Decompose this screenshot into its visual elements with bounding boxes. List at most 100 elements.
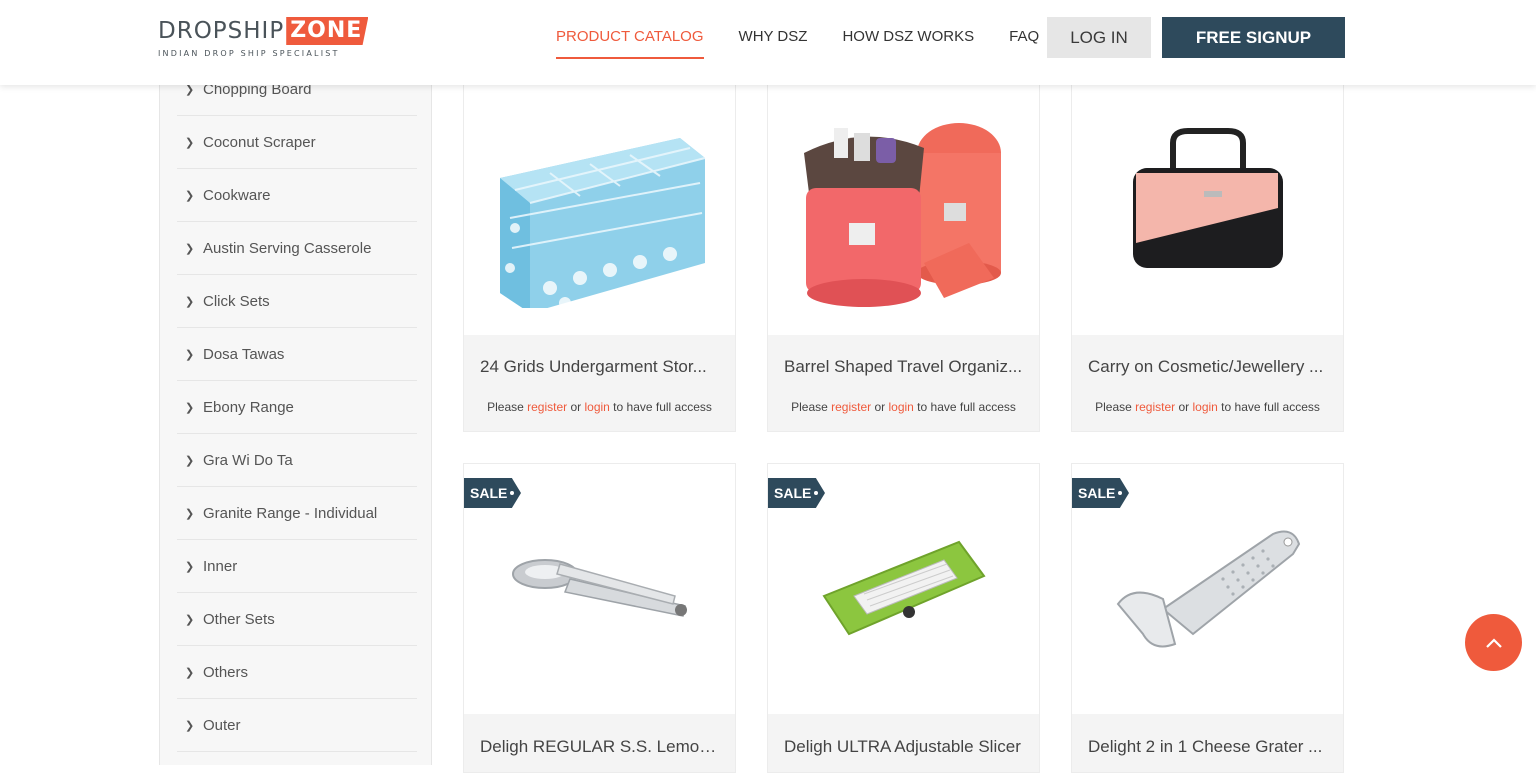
- nav-why-dsz[interactable]: WHY DSZ: [739, 17, 808, 59]
- chevron-right-icon: ❯: [185, 401, 195, 414]
- access-notice: Please register or login to have full ac…: [768, 400, 1039, 414]
- scroll-to-top-button[interactable]: [1465, 614, 1522, 671]
- chevron-right-icon: ❯: [185, 719, 195, 732]
- access-notice: Please register or login to have full ac…: [1072, 400, 1343, 414]
- register-link[interactable]: register: [1135, 400, 1175, 414]
- product-title[interactable]: 24 Grids Undergarment Stor...: [480, 357, 723, 377]
- product-card[interactable]: SALE Delight 2 in 1 Cheese Grater ...: [1071, 463, 1344, 773]
- category-item-click-sets[interactable]: ❯ Click Sets: [177, 275, 417, 328]
- chevron-right-icon: ❯: [185, 189, 195, 202]
- logo-wordmark: DROPSHIP ZONE: [158, 16, 369, 46]
- nav-product-catalog[interactable]: PRODUCT CATALOG: [556, 17, 704, 59]
- sale-badge: SALE: [1072, 478, 1129, 508]
- cosmetic-bag-image: [1132, 128, 1283, 268]
- login-link[interactable]: login: [888, 400, 913, 414]
- category-item-ebony-range[interactable]: ❯ Ebony Range: [177, 381, 417, 434]
- access-text: or: [1175, 400, 1193, 414]
- product-card[interactable]: SALE Deligh REGULAR S.S. Lemon ...: [463, 463, 736, 773]
- category-label: Click Sets: [203, 292, 270, 310]
- access-text: or: [871, 400, 889, 414]
- access-text: to have full access: [609, 400, 712, 414]
- category-label: Dosa Tawas: [203, 345, 285, 363]
- category-item-dosa-tawas[interactable]: ❯ Dosa Tawas: [177, 328, 417, 381]
- login-link[interactable]: login: [1192, 400, 1217, 414]
- register-link[interactable]: register: [527, 400, 567, 414]
- category-label: Inner: [203, 557, 238, 575]
- chevron-right-icon: ❯: [185, 242, 195, 255]
- category-item-other-sets[interactable]: ❯ Other Sets: [177, 593, 417, 646]
- main-nav: PRODUCT CATALOG WHY DSZ HOW DSZ WORKS FA…: [540, 17, 1074, 59]
- product-card[interactable]: Barrel Shaped Travel Organiz... Please r…: [767, 70, 1040, 432]
- category-label: Others: [203, 663, 249, 681]
- barrel-travel-organizer-image: [803, 123, 1001, 307]
- category-label: Granite Range - Individual: [203, 504, 378, 522]
- cheese-grater-image: [1116, 530, 1300, 648]
- category-item-austin-serving-casserole[interactable]: ❯ Austin Serving Casserole: [177, 222, 417, 275]
- category-item-outer[interactable]: ❯ Outer: [177, 699, 417, 752]
- category-list: ❯ Chopping Board ❯ Coconut Scraper ❯ Cookwa…: [177, 63, 417, 752]
- product-card[interactable]: Carry on Cosmetic/Jewellery ... Please r…: [1071, 70, 1344, 432]
- category-label: Other Sets: [203, 610, 275, 628]
- product-info: Deligh REGULAR S.S. Lemon ...: [464, 714, 735, 772]
- product-title[interactable]: Deligh REGULAR S.S. Lemon ...: [480, 737, 723, 757]
- category-item-gra-wi-do-ta[interactable]: ❯ Gra Wi Do Ta: [177, 434, 417, 487]
- chevron-right-icon: ❯: [185, 136, 195, 149]
- product-card[interactable]: 24 Grids Undergarment Stor... Please reg…: [463, 70, 736, 432]
- logo-tagline: INDIAN DROP SHIP SPECIALIST: [158, 49, 340, 58]
- category-item-granite-range-individual[interactable]: ❯ Granite Range - Individual: [177, 487, 417, 540]
- category-item-inner[interactable]: ❯ Inner: [177, 540, 417, 593]
- product-info: 24 Grids Undergarment Stor... Please reg…: [464, 335, 735, 431]
- access-text: Please: [1095, 400, 1136, 414]
- category-label: Outer: [203, 716, 241, 734]
- access-text: or: [567, 400, 585, 414]
- product-image[interactable]: [768, 71, 1039, 335]
- category-label: Ebony Range: [203, 398, 294, 416]
- login-link[interactable]: login: [584, 400, 609, 414]
- adjustable-slicer-image: [821, 540, 986, 636]
- category-label: Austin Serving Casserole: [203, 239, 372, 257]
- product-title[interactable]: Deligh ULTRA Adjustable Slicer: [784, 737, 1027, 757]
- product-title[interactable]: Delight 2 in 1 Cheese Grater ...: [1088, 737, 1331, 757]
- product-info: Deligh ULTRA Adjustable Slicer: [768, 714, 1039, 772]
- chevron-right-icon: ❯: [185, 454, 195, 467]
- product-title[interactable]: Carry on Cosmetic/Jewellery ...: [1088, 357, 1331, 377]
- product-title[interactable]: Barrel Shaped Travel Organiz...: [784, 357, 1027, 377]
- chevron-up-icon: [1485, 637, 1502, 648]
- product-info: Delight 2 in 1 Cheese Grater ...: [1072, 714, 1343, 772]
- sale-badge: SALE: [464, 478, 521, 508]
- access-text: Please: [487, 400, 528, 414]
- register-link[interactable]: register: [831, 400, 871, 414]
- access-text: Please: [791, 400, 832, 414]
- category-item-others[interactable]: ❯ Others: [177, 646, 417, 699]
- chevron-right-icon: ❯: [185, 666, 195, 679]
- category-label: Coconut Scraper: [203, 133, 316, 151]
- lemon-squeezer-image: [511, 559, 687, 617]
- logo-text-dropship: DROPSHIP: [158, 18, 285, 44]
- access-notice: Please register or login to have full ac…: [464, 400, 735, 414]
- undergarment-organizer-image: [499, 138, 705, 308]
- category-label: Cookware: [203, 186, 271, 204]
- logo-text-zone: ZONE: [286, 17, 369, 45]
- site-header: DROPSHIP ZONE INDIAN DROP SHIP SPECIALIS…: [0, 0, 1536, 85]
- product-info: Barrel Shaped Travel Organiz... Please r…: [768, 335, 1039, 431]
- category-item-cookware[interactable]: ❯ Cookware: [177, 169, 417, 222]
- nav-faq[interactable]: FAQ: [1009, 17, 1039, 59]
- chevron-right-icon: ❯: [185, 560, 195, 573]
- category-label: Gra Wi Do Ta: [203, 451, 293, 469]
- product-card[interactable]: SALE Deligh ULTRA Adjustable Slicer: [767, 463, 1040, 773]
- product-image[interactable]: [464, 71, 735, 335]
- sale-badge: SALE: [768, 478, 825, 508]
- free-signup-button[interactable]: FREE SIGNUP: [1162, 17, 1345, 58]
- chevron-right-icon: ❯: [185, 613, 195, 626]
- chevron-right-icon: ❯: [185, 295, 195, 308]
- access-text: to have full access: [1217, 400, 1320, 414]
- product-image[interactable]: [1072, 71, 1343, 335]
- chevron-right-icon: ❯: [185, 507, 195, 520]
- login-button[interactable]: LOG IN: [1047, 17, 1151, 58]
- dropship-zone-logo[interactable]: DROPSHIP ZONE INDIAN DROP SHIP SPECIALIS…: [158, 16, 369, 58]
- nav-how-dsz-works[interactable]: HOW DSZ WORKS: [842, 17, 974, 59]
- chevron-right-icon: ❯: [185, 348, 195, 361]
- category-sidebar: ❯ Chopping Board ❯ Coconut Scraper ❯ Cookwa…: [159, 81, 432, 765]
- access-text: to have full access: [913, 400, 1016, 414]
- category-item-coconut-scraper[interactable]: ❯ Coconut Scraper: [177, 116, 417, 169]
